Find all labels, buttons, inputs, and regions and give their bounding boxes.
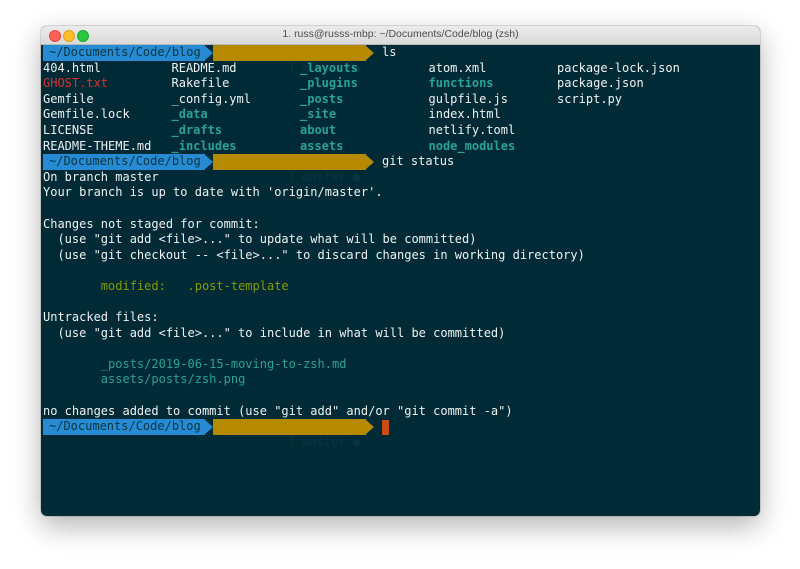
ls-output: 404.html README.md _layouts atom.xml package… — [43, 61, 760, 155]
ls-entry: _posts — [300, 91, 344, 106]
output-line: (use "git add <file>..." to update what … — [43, 232, 477, 247]
prompt-path: ~/Documents/Code/blog — [43, 154, 205, 170]
git-separator-icon — [366, 420, 374, 435]
ls-entry: script.py — [557, 91, 623, 106]
ls-entry: atom.xml — [428, 60, 487, 75]
ls-row: Gemfile _config.yml _posts gulpfile.js scrip… — [43, 92, 760, 108]
ls-entry: _includes — [171, 138, 237, 153]
command-text: ls — [382, 45, 397, 59]
prompt-branch: master — [302, 434, 346, 449]
output-line: (use "git add <file>..." to include in w… — [43, 325, 506, 340]
ls-entry: about — [300, 122, 337, 137]
prompt-line: ~/Documents/Code/blog ᚴ master ● ls — [43, 45, 760, 75]
ls-entry: Gemfile.lock — [43, 107, 130, 122]
ls-entry: _drafts — [171, 122, 223, 137]
prompt-line: ~/Documents/Code/blog ᚴ master ● — [43, 419, 760, 449]
output-line: no changes added to commit (use "git add… — [43, 403, 513, 418]
prompt-path: ~/Documents/Code/blog — [43, 45, 205, 61]
title-bar: 1. russ@russs-mbp: ~/Documents/Code/blog… — [41, 26, 760, 45]
branch-icon: ᚴ — [288, 434, 297, 449]
git-segment: ᚴ master ● — [212, 154, 366, 184]
text-cursor[interactable] — [382, 419, 389, 435]
ls-entry: LICENSE — [43, 122, 94, 137]
ls-row: LICENSE _drafts about netlify.toml — [43, 123, 760, 139]
ls-entry: node_modules — [428, 138, 516, 153]
git-separator-icon — [366, 45, 374, 60]
ls-entry: README.md — [171, 60, 237, 75]
ls-entry: _plugins — [300, 76, 358, 91]
ls-row: README-THEME.md _includes assets node_modul… — [43, 139, 760, 155]
window-title: 1. russ@russs-mbp: ~/Documents/Code/blog… — [282, 28, 519, 40]
path-separator-icon — [204, 154, 213, 169]
ls-entry — [557, 123, 686, 139]
command-text: git status — [382, 154, 455, 169]
ls-entry: gulpfile.js — [428, 91, 508, 106]
git-segment: ᚴ master ● — [212, 45, 366, 75]
prompt-line: ~/Documents/Code/blog ᚴ master ● git stat… — [43, 154, 760, 184]
path-separator-icon — [204, 45, 213, 60]
modified-file-line: modified: .post-template — [43, 278, 289, 293]
ls-entry: _config.yml — [171, 91, 251, 106]
output-line: On branch master — [43, 169, 159, 184]
ls-row: GHOST.txt Rakefile _plugins functions packag… — [43, 76, 760, 92]
terminal-window: 1. russ@russs-mbp: ~/Documents/Code/blog… — [41, 26, 760, 516]
git-segment: ᚴ master ● — [212, 419, 366, 449]
output-line: Your branch is up to date with 'origin/m… — [43, 185, 383, 200]
ls-entry: netlify.toml — [428, 122, 516, 137]
ls-entry: README-THEME.md — [43, 138, 152, 153]
ls-entry: Rakefile — [171, 76, 230, 91]
output-line: Untracked files: — [43, 310, 159, 325]
terminal-content[interactable]: ~/Documents/Code/blog ᚴ master ● ls 404.h… — [43, 45, 760, 516]
ls-entry: 404.html — [43, 60, 101, 75]
output-line: (use "git checkout -- <file>..." to disc… — [43, 247, 585, 262]
ls-row: 404.html README.md _layouts atom.xml package… — [43, 61, 760, 77]
ls-entry: _layouts — [300, 60, 358, 75]
dirty-marker-icon: ● — [352, 434, 360, 449]
ls-entry: package.json — [557, 76, 644, 91]
ls-entry: _data — [171, 107, 208, 122]
ls-entry: _site — [300, 107, 337, 122]
ls-entry — [557, 107, 686, 123]
ls-entry: GHOST.txt — [43, 76, 109, 91]
ls-entry: assets — [300, 138, 344, 153]
ls-entry: functions — [428, 76, 494, 91]
git-separator-icon — [366, 154, 374, 169]
path-separator-icon — [204, 420, 213, 435]
ls-entry: index.html — [428, 107, 501, 122]
prompt-path: ~/Documents/Code/blog — [43, 419, 205, 435]
ls-entry: Gemfile — [43, 91, 94, 106]
ls-entry — [557, 139, 686, 155]
untracked-file-line: _posts/2019-06-15-moving-to-zsh.md — [43, 356, 347, 371]
untracked-file-line: assets/posts/zsh.png — [43, 372, 246, 387]
ls-row: Gemfile.lock _data _site index.html — [43, 107, 760, 123]
ls-entry: package-lock.json — [557, 60, 680, 75]
output-line: Changes not staged for commit: — [43, 216, 260, 231]
